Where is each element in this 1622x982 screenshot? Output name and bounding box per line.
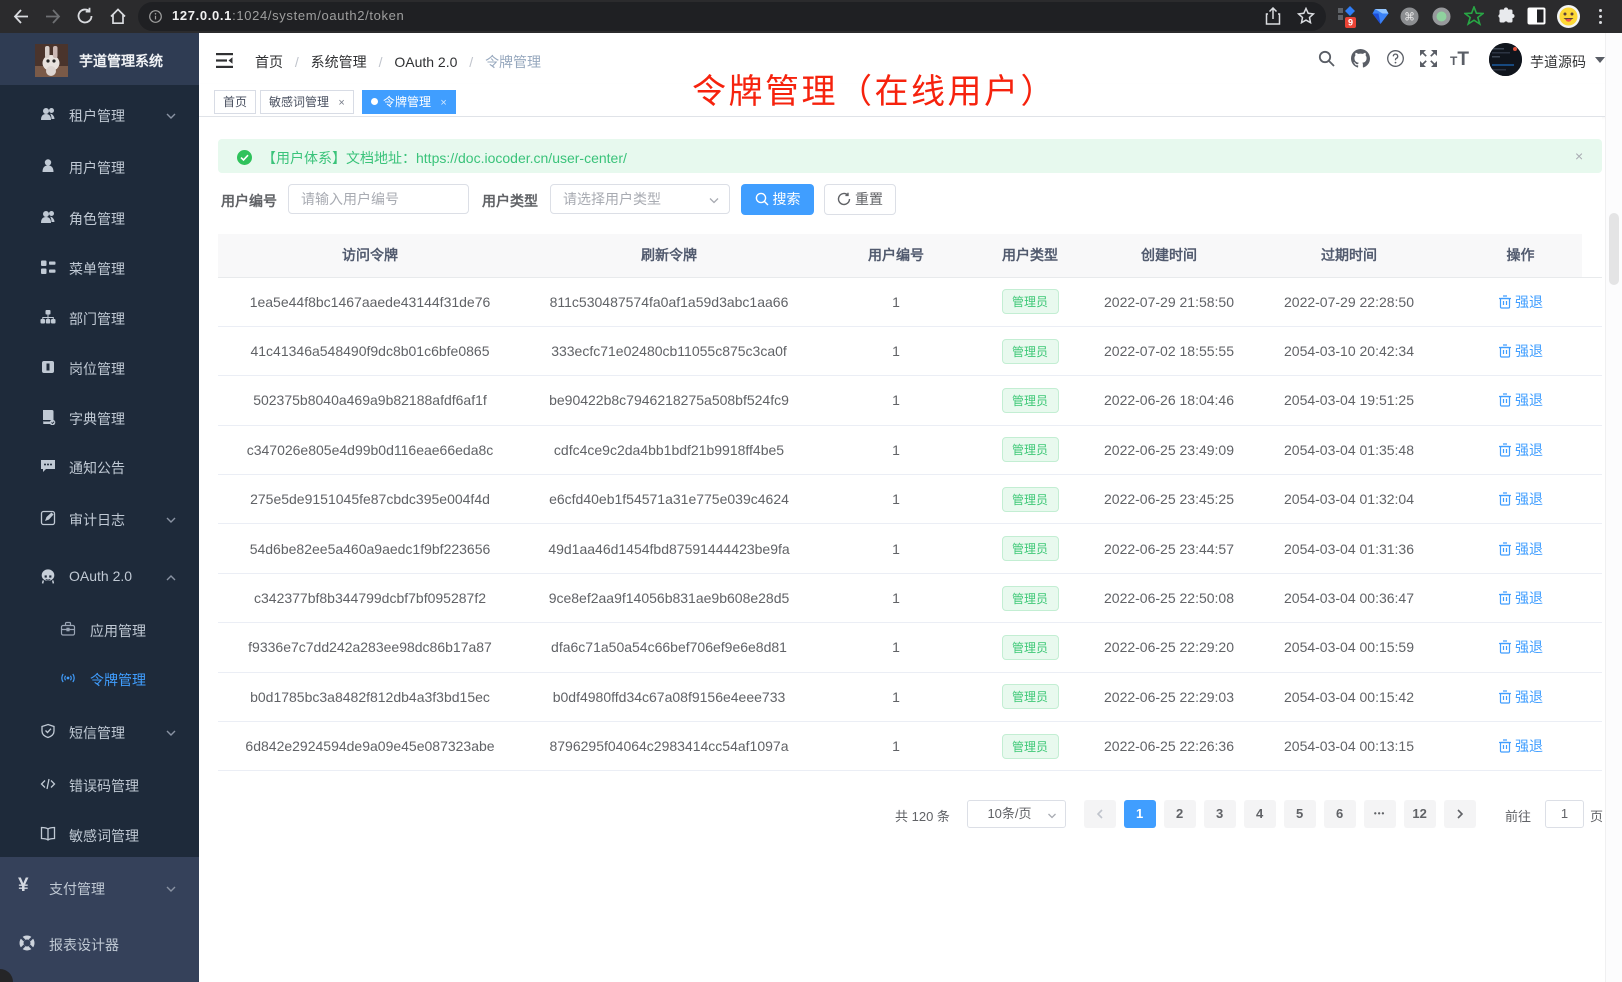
svg-text:⌘: ⌘ — [1404, 12, 1415, 24]
svg-text:9: 9 — [1348, 18, 1353, 28]
